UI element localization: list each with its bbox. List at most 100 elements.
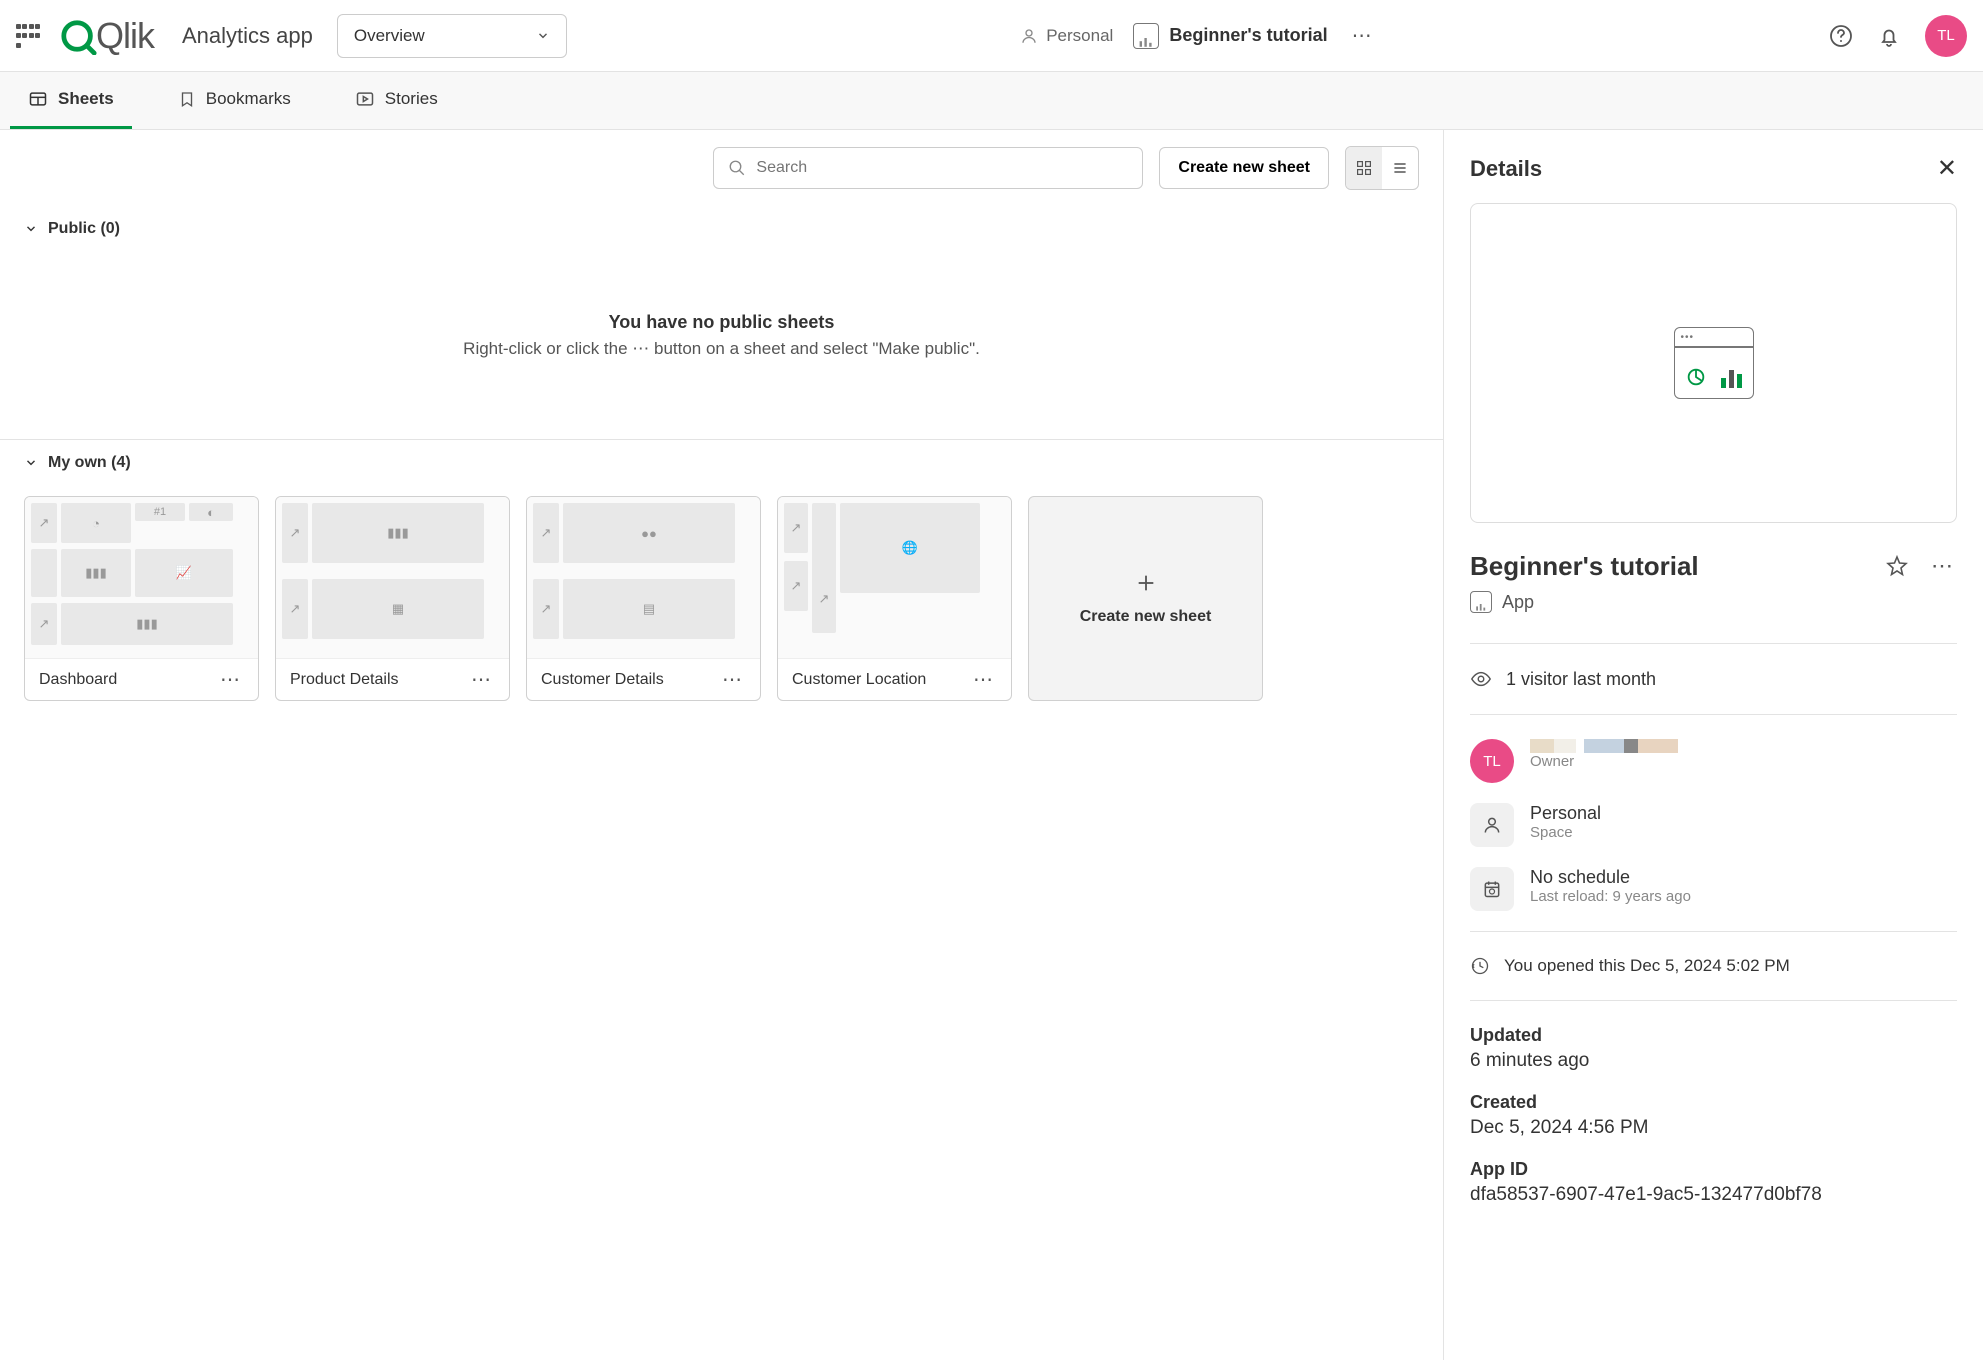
qlik-logo[interactable]: Qlik [60, 15, 154, 57]
toolbar: Create new sheet [0, 130, 1443, 206]
empty-subtitle: Right-click or click the ⋯ button on a s… [0, 339, 1443, 359]
sheet-more-button[interactable]: ⋯ [718, 663, 746, 696]
person-icon [1470, 803, 1514, 847]
tab-stories[interactable]: Stories [337, 72, 456, 129]
appid-block: App ID dfa58537-6907-47e1-9ac5-132477d0b… [1470, 1159, 1957, 1206]
owner-block: TL Owner [1470, 739, 1957, 783]
details-panel: Details ✕ ••• Beginner's tutorial ⋯ [1443, 130, 1983, 1360]
chevron-down-icon [536, 29, 550, 43]
sheet-card-dashboard[interactable]: ↗ ◔ #1 ◐ ▮▮▮ 📈 ↗ ▮▮▮ [24, 496, 259, 701]
app-more-button[interactable]: ⋯ [1348, 19, 1376, 52]
app-name-row: Beginner's tutorial ⋯ [1470, 549, 1957, 583]
close-button[interactable]: ✕ [1937, 154, 1957, 183]
tab-stories-label: Stories [385, 89, 438, 109]
myown-section-label: My own (4) [48, 454, 131, 472]
tab-bookmarks-label: Bookmarks [206, 89, 291, 109]
sheet-name: Product Details [290, 671, 399, 689]
tabs-bar: Sheets Bookmarks Stories [0, 72, 1983, 130]
stories-icon [355, 89, 375, 109]
tab-sheets-label: Sheets [58, 89, 114, 109]
updated-block: Updated 6 minutes ago [1470, 1025, 1957, 1072]
grid-icon [1356, 160, 1372, 176]
sheet-card-footer: Customer Location ⋯ [778, 658, 1011, 700]
details-header: Details ✕ [1470, 154, 1957, 183]
search-box[interactable] [713, 147, 1143, 189]
owner-avatar: TL [1470, 739, 1514, 783]
sheet-card-customer-location[interactable]: ↗ 🌐 ↗ ↗ Customer Location ⋯ [777, 496, 1012, 701]
plus-icon [1135, 572, 1157, 594]
sheet-card-customer-details[interactable]: ↗ ●● ↗ ▤ Customer Details ⋯ [526, 496, 761, 701]
schedule-name: No schedule [1530, 867, 1691, 888]
empty-title: You have no public sheets [0, 312, 1443, 333]
grid-view-button[interactable] [1346, 147, 1382, 189]
list-view-button[interactable] [1382, 147, 1418, 189]
main: Create new sheet Public (0) You have no … [0, 130, 1983, 1360]
tab-bookmarks[interactable]: Bookmarks [160, 72, 309, 129]
eye-icon [1470, 668, 1492, 690]
user-avatar[interactable]: TL [1925, 15, 1967, 57]
favorite-button[interactable] [1885, 554, 1909, 578]
top-center: Personal Beginner's tutorial ⋯ [567, 19, 1829, 52]
create-sheet-button[interactable]: Create new sheet [1159, 147, 1329, 189]
myown-section-header[interactable]: My own (4) [0, 440, 1443, 486]
created-value: Dec 5, 2024 4:56 PM [1470, 1117, 1957, 1139]
public-section-header[interactable]: Public (0) [0, 206, 1443, 252]
sheet-more-button[interactable]: ⋯ [216, 663, 244, 696]
app-type-row: App [1470, 591, 1957, 613]
sheet-cards: ↗ ◔ #1 ◐ ▮▮▮ 📈 ↗ ▮▮▮ [0, 486, 1443, 741]
created-block: Created Dec 5, 2024 4:56 PM [1470, 1092, 1957, 1139]
top-right: TL [1829, 15, 1967, 57]
sheet-card-product-details[interactable]: ↗ ▮▮▮ ↗ ▦ Product Details ⋯ [275, 496, 510, 701]
view-dropdown[interactable]: Overview [337, 14, 567, 58]
person-icon [1020, 27, 1038, 45]
bookmark-icon [178, 89, 196, 109]
view-dropdown-label: Overview [354, 26, 425, 46]
tab-sheets[interactable]: Sheets [10, 72, 132, 129]
sheet-card-footer: Dashboard ⋯ [25, 658, 258, 700]
myown-section: My own (4) ↗ ◔ #1 ◐ ▮▮▮ [0, 440, 1443, 741]
list-icon [1392, 160, 1408, 176]
top-bar: Qlik Analytics app Overview Personal Beg… [0, 0, 1983, 72]
app-launcher-icon[interactable] [16, 24, 40, 48]
space-block: Personal Space [1470, 803, 1957, 847]
create-sheet-card[interactable]: Create new sheet [1028, 496, 1263, 701]
public-empty-state: You have no public sheets Right-click or… [0, 252, 1443, 439]
search-input[interactable] [756, 159, 1128, 177]
calendar-icon [1470, 867, 1514, 911]
owner-name-redacted [1530, 739, 1678, 753]
app-name-chip[interactable]: Beginner's tutorial [1133, 23, 1327, 49]
sheet-name: Customer Location [792, 671, 926, 689]
chevron-down-icon [24, 222, 38, 236]
sheet-card-footer: Customer Details ⋯ [527, 658, 760, 700]
create-card-label: Create new sheet [1080, 608, 1212, 626]
sheets-icon [28, 89, 48, 109]
view-toggle [1345, 146, 1419, 190]
appid-label: App ID [1470, 1159, 1957, 1180]
chevron-down-icon [24, 456, 38, 470]
sheet-more-button[interactable]: ⋯ [969, 663, 997, 696]
space-indicator[interactable]: Personal [1020, 26, 1113, 46]
details-more-button[interactable]: ⋯ [1927, 549, 1957, 583]
space-label: Personal [1046, 26, 1113, 46]
created-label: Created [1470, 1092, 1957, 1113]
app-title: Analytics app [182, 23, 313, 49]
sheet-name: Customer Details [541, 671, 664, 689]
sheet-more-button[interactable]: ⋯ [467, 663, 495, 696]
sheet-preview: ↗ 🌐 ↗ ↗ [778, 497, 1011, 658]
app-name-label: Beginner's tutorial [1169, 25, 1327, 46]
app-icon [1133, 23, 1159, 49]
app-icon [1470, 591, 1492, 613]
public-section-label: Public (0) [48, 220, 120, 238]
updated-value: 6 minutes ago [1470, 1050, 1957, 1072]
sheet-name: Dashboard [39, 671, 117, 689]
space-sub: Space [1530, 824, 1601, 841]
history-icon [1470, 956, 1490, 976]
notifications-icon[interactable] [1877, 24, 1901, 48]
space-name: Personal [1530, 803, 1601, 824]
sheet-card-footer: Product Details ⋯ [276, 658, 509, 700]
details-title: Details [1470, 156, 1542, 182]
help-icon[interactable] [1829, 24, 1853, 48]
visitor-row: 1 visitor last month [1470, 668, 1957, 690]
schedule-block: No schedule Last reload: 9 years ago [1470, 867, 1957, 911]
opened-text: You opened this Dec 5, 2024 5:02 PM [1504, 956, 1790, 976]
